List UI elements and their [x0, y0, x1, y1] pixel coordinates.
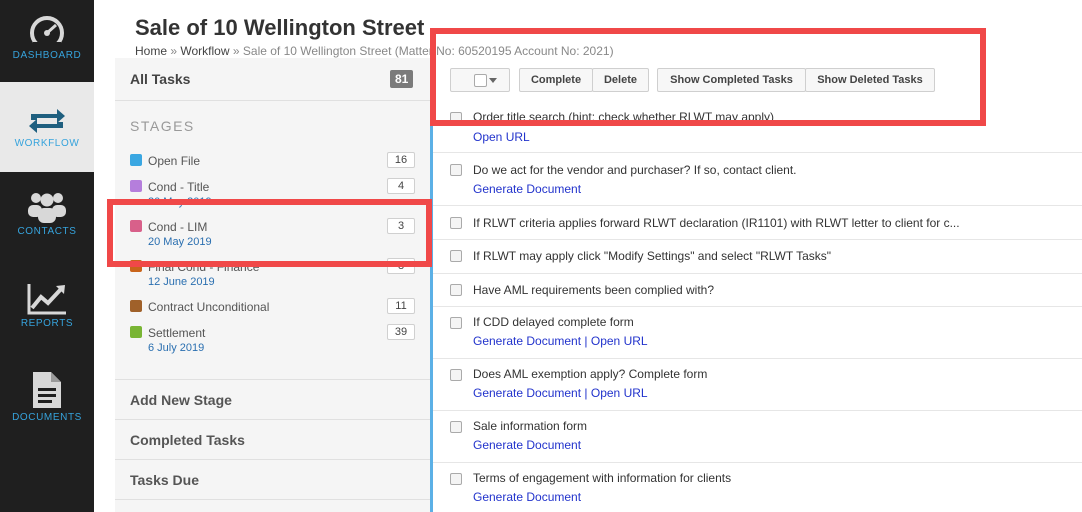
link-separator: | — [584, 386, 588, 400]
task-row: Have AML requirements been complied with… — [433, 274, 1082, 307]
generate-document-link[interactable]: Generate Document — [473, 490, 581, 504]
divider — [115, 379, 430, 380]
task-checkbox[interactable] — [450, 317, 462, 329]
workflow-arrows-icon — [29, 109, 65, 133]
line-chart-icon — [27, 284, 66, 315]
task-text: If CDD delayed complete form — [473, 315, 634, 329]
nav-dashboard-label: DASHBOARD — [12, 50, 82, 61]
stage-color-swatch — [130, 180, 142, 192]
task-text: Does AML exemption apply? Complete form — [473, 367, 708, 381]
task-text: Have AML requirements been complied with… — [473, 283, 715, 297]
breadcrumb-separator: » — [170, 44, 178, 58]
nav-contacts[interactable]: CONTACTS — [0, 172, 94, 262]
task-text: Do we act for the vendor and purchaser? … — [473, 163, 797, 177]
divider — [115, 499, 430, 500]
task-checkbox[interactable] — [450, 284, 462, 296]
people-icon — [28, 193, 66, 223]
nav-dashboard[interactable]: DASHBOARD — [0, 0, 94, 82]
task-row: Does AML exemption apply? Complete form … — [433, 359, 1082, 411]
task-links: Generate Document | Open URL — [473, 334, 648, 348]
task-checkbox[interactable] — [450, 421, 462, 433]
document-icon — [33, 372, 61, 408]
stage-count-badge: 11 — [387, 298, 415, 314]
divider — [115, 459, 430, 460]
link-separator: | — [584, 334, 588, 348]
task-checkbox[interactable] — [450, 369, 462, 381]
task-text: If RLWT criteria applies forward RLWT de… — [473, 216, 960, 230]
divider — [115, 419, 430, 420]
generate-document-link[interactable]: Generate Document — [473, 386, 581, 400]
task-links: Generate Document | Open URL — [473, 386, 648, 400]
stage-panel: All Tasks 81 STAGES Open File 16 Cond - … — [115, 58, 430, 512]
stage-count-badge: 16 — [387, 152, 415, 168]
add-new-stage-link[interactable]: Add New Stage — [130, 392, 232, 408]
stage-name: Cond - Title — [148, 180, 210, 194]
open-url-link[interactable]: Open URL — [591, 386, 648, 400]
stage-name: Open File — [148, 154, 201, 168]
generate-document-link[interactable]: Generate Document — [473, 334, 581, 348]
nav-workflow-label: WORKFLOW — [14, 138, 80, 149]
nav-workflow[interactable]: WORKFLOW — [0, 82, 94, 172]
task-row: If RLWT may apply click "Modify Settings… — [433, 240, 1082, 274]
task-row: If CDD delayed complete form Generate Do… — [433, 307, 1082, 359]
stage-date: 12 June 2019 — [148, 276, 215, 288]
task-text: If RLWT may apply click "Modify Settings… — [473, 249, 832, 263]
nav-documents[interactable]: DOCUMENTS — [0, 352, 94, 442]
tasks-due-link[interactable]: Tasks Due — [130, 472, 199, 488]
stage-color-swatch — [130, 326, 142, 338]
nav-documents-label: DOCUMENTS — [12, 412, 82, 423]
stage-name: Settlement — [148, 326, 206, 340]
task-checkbox[interactable] — [450, 164, 462, 176]
stage-date: 6 July 2019 — [148, 342, 205, 354]
highlight-box-toolbar — [430, 28, 986, 126]
completed-tasks-link[interactable]: Completed Tasks — [130, 432, 245, 448]
app-nav: DASHBOARD WORKFLOW CONTACTS REPORTS DOCU… — [0, 0, 94, 512]
stage-color-swatch — [130, 300, 142, 312]
task-text: Terms of engagement with information for… — [473, 471, 732, 485]
stage-name: Contract Unconditional — [148, 300, 270, 314]
task-checkbox[interactable] — [450, 473, 462, 485]
task-row: Do we act for the vendor and purchaser? … — [433, 153, 1082, 206]
page-title: Sale of 10 Wellington Street — [135, 15, 425, 40]
highlight-box-stage — [107, 199, 432, 267]
stage-count-badge: 39 — [387, 324, 415, 340]
nav-contacts-label: CONTACTS — [17, 226, 77, 237]
task-checkbox[interactable] — [450, 217, 462, 229]
nav-reports-label: REPORTS — [20, 318, 74, 329]
task-row: Sale information form Generate Document — [433, 411, 1082, 463]
all-tasks-link[interactable]: All Tasks — [130, 71, 190, 87]
speedometer-icon — [30, 16, 64, 48]
breadcrumb-separator: » — [232, 44, 240, 58]
nav-reports[interactable]: REPORTS — [0, 262, 94, 352]
open-url-link[interactable]: Open URL — [473, 130, 530, 144]
divider — [115, 100, 430, 101]
open-url-link[interactable]: Open URL — [591, 334, 648, 348]
breadcrumb-workflow[interactable]: Workflow — [180, 44, 229, 58]
generate-document-link[interactable]: Generate Document — [473, 438, 581, 452]
stages-heading: STAGES — [130, 118, 195, 134]
task-row: If RLWT criteria applies forward RLWT de… — [433, 206, 1082, 240]
stage-color-swatch — [130, 154, 142, 166]
all-tasks-count-badge: 81 — [390, 70, 414, 88]
task-row: Terms of engagement with information for… — [433, 463, 1082, 512]
stage-item[interactable]: Settlement 6 July 2019 39 — [130, 324, 415, 358]
stage-count-badge: 4 — [387, 178, 415, 194]
task-checkbox[interactable] — [450, 250, 462, 262]
breadcrumb-home[interactable]: Home — [135, 44, 167, 58]
generate-document-link[interactable]: Generate Document — [473, 182, 581, 196]
task-text: Sale information form — [473, 419, 588, 433]
